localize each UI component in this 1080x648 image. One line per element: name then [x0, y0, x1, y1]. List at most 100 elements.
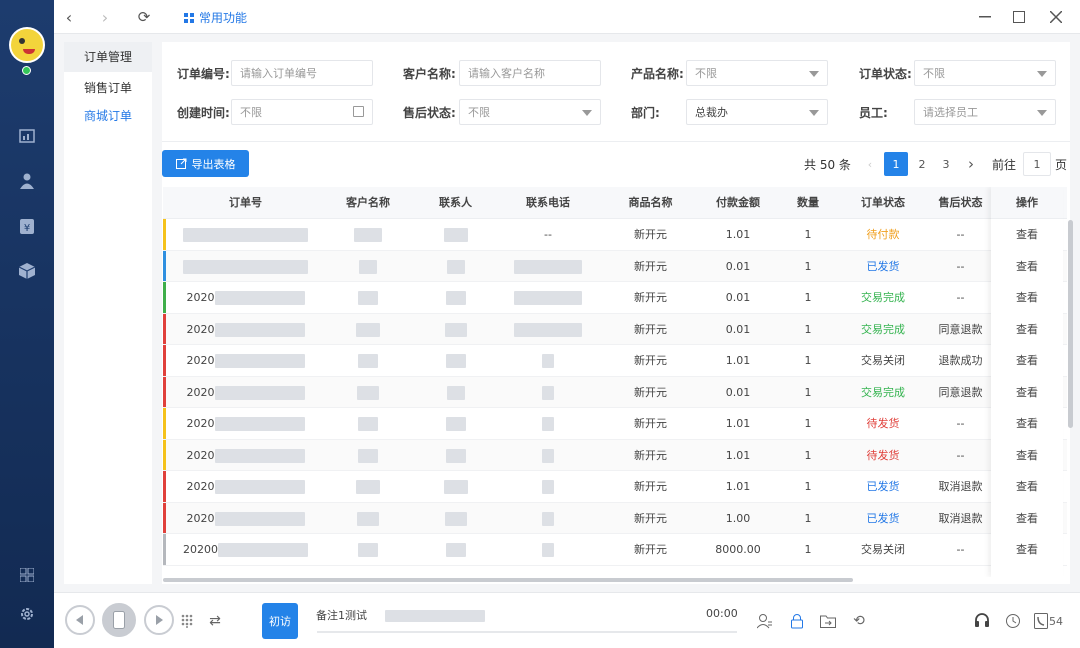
view-button[interactable]: 查看	[991, 282, 1063, 313]
apps-grid-icon[interactable]	[18, 566, 36, 584]
view-button[interactable]: 查看	[991, 408, 1063, 439]
prev-page-button[interactable]: ‹	[858, 152, 882, 176]
view-button[interactable]: 查看	[991, 503, 1063, 534]
table-cell	[493, 471, 603, 502]
table-cell: 同意退款	[928, 314, 993, 345]
goto-page-input[interactable]: 1	[1023, 152, 1051, 176]
product-select[interactable]: 不限	[686, 60, 828, 86]
contact-icon[interactable]	[755, 611, 775, 631]
finance-icon[interactable]: ¥	[18, 217, 36, 235]
call-control-bar: ⇄ 初访 备注1测试 00:00 ⟲ 54	[54, 592, 1080, 648]
table-cell	[418, 377, 493, 408]
next-page-button[interactable]: ›	[959, 152, 983, 176]
created-date-picker[interactable]: 不限	[231, 99, 373, 125]
view-button[interactable]: 查看	[991, 440, 1063, 471]
view-button[interactable]: 查看	[991, 377, 1063, 408]
department-select[interactable]: 总裁办	[686, 99, 828, 125]
top-bar: ‹ › ⟳ 常用功能	[54, 0, 1080, 34]
maximize-button[interactable]	[1008, 6, 1030, 28]
subnav-item-mall-orders[interactable]: 商城订单	[64, 102, 152, 130]
table-cell: 1	[778, 377, 838, 408]
table-cell: 2020	[168, 314, 323, 345]
tab-common-functions[interactable]: 常用功能	[184, 9, 247, 26]
cell-text: 取消退款	[938, 511, 983, 525]
chart-icon[interactable]	[18, 127, 36, 145]
horizontal-scrollbar[interactable]	[163, 578, 853, 582]
table-cell: --	[928, 282, 993, 313]
cell-text: 2020	[186, 385, 215, 399]
table-row[interactable]: 2020 新开元 1.01 1 已发货 取消退款	[163, 471, 1067, 503]
view-button[interactable]: 查看	[991, 345, 1063, 376]
row-status-bar	[163, 439, 166, 470]
order-status-select[interactable]: 不限	[914, 60, 1056, 86]
lock-icon[interactable]	[787, 611, 807, 631]
table-row[interactable]: 2020 新开元 1.00 1 已发货 取消退款	[163, 502, 1067, 534]
callback-icon[interactable]: ⟲	[849, 611, 869, 631]
table-cell: 1.01	[698, 471, 778, 502]
view-button[interactable]: 查看	[991, 534, 1063, 565]
forward-button[interactable]: ›	[94, 6, 116, 28]
previous-call-button[interactable]	[65, 605, 95, 635]
table-row[interactable]: 2020 新开元 1.01 1 待发货 --	[163, 408, 1067, 440]
first-visit-button[interactable]: 初访	[262, 603, 298, 639]
table-row[interactable]: -- 新开元 1.01 1 待付款 --	[163, 219, 1067, 251]
table-row[interactable]: 2020 新开元 0.01 1 交易完成 --	[163, 282, 1067, 314]
cell-text: 退款成功	[938, 354, 983, 367]
user-avatar[interactable]	[9, 27, 45, 63]
table-cell: 新开元	[603, 251, 698, 282]
missed-calls[interactable]: 54	[1034, 611, 1070, 631]
view-button[interactable]: 查看	[991, 314, 1063, 345]
box-icon[interactable]	[18, 262, 36, 280]
vertical-scrollbar[interactable]	[1068, 220, 1073, 428]
table-row[interactable]: 新开元 0.01 1 已发货 --	[163, 250, 1067, 282]
table-cell	[318, 503, 418, 534]
order-no-input[interactable]: 请输入订单编号	[231, 60, 373, 86]
next-call-button[interactable]	[144, 605, 174, 635]
table-cell: 交易完成	[838, 377, 928, 408]
table-cell: 1	[778, 314, 838, 345]
customer-input[interactable]: 请输入客户名称	[459, 60, 601, 86]
after-sale-select[interactable]: 不限	[459, 99, 601, 125]
column-header: 数量	[797, 196, 819, 209]
filter-label: 员工:	[859, 105, 888, 120]
page-1-button[interactable]: 1	[884, 152, 908, 176]
redacted-block	[214, 448, 305, 463]
view-button[interactable]: 查看	[991, 251, 1063, 282]
headset-icon[interactable]	[972, 611, 992, 631]
filter-product: 产品名称:	[631, 60, 684, 86]
cell-text: 1.01	[725, 480, 751, 493]
view-button[interactable]: 查看	[991, 219, 1063, 250]
table-row[interactable]: 20200 新开元 8000.00 1 交易关闭 --	[163, 534, 1067, 566]
page-3-button[interactable]: 3	[934, 152, 958, 176]
phone-device-button[interactable]	[102, 603, 136, 637]
employee-select[interactable]: 请选择员工	[914, 99, 1056, 125]
column-header: 商品名称	[628, 196, 673, 209]
close-button[interactable]	[1045, 6, 1067, 28]
cell-text: --	[956, 417, 965, 430]
dialpad-icon[interactable]	[177, 611, 197, 631]
refresh-button[interactable]: ⟳	[133, 6, 155, 28]
back-button[interactable]: ‹	[58, 6, 80, 28]
page-2-button[interactable]: 2	[910, 152, 934, 176]
folder-icon[interactable]	[818, 611, 838, 631]
cell-text: 1	[804, 228, 812, 241]
table-row[interactable]: 2020 新开元 0.01 1 交易完成 同意退款	[163, 376, 1067, 408]
transfer-icon[interactable]: ⇄	[205, 611, 225, 631]
settings-gear-icon[interactable]	[18, 605, 36, 623]
table-row[interactable]: 2020 新开元 0.01 1 交易完成 同意退款	[163, 313, 1067, 345]
user-icon[interactable]	[18, 172, 36, 190]
minimize-button[interactable]	[974, 6, 996, 28]
filter-label: 创建时间:	[177, 105, 230, 120]
table-row[interactable]: 2020 新开元 1.01 1 待发货 --	[163, 439, 1067, 471]
subnav-item-sales-orders[interactable]: 销售订单	[64, 74, 152, 102]
select-value: 不限	[695, 67, 717, 80]
call-log-icon[interactable]	[1003, 611, 1023, 631]
view-button[interactable]: 查看	[991, 471, 1063, 502]
cell-text: 新开元	[634, 543, 667, 556]
cell-text: 新开元	[634, 354, 667, 367]
subnav-group-order-management[interactable]: 订单管理	[64, 42, 152, 72]
cell-text: 2020	[186, 291, 215, 304]
export-table-button[interactable]: 导出表格	[162, 150, 249, 177]
table-row[interactable]: 2020 新开元 1.01 1 交易关闭 退款成功	[163, 345, 1067, 377]
cell-text: --	[956, 543, 965, 556]
